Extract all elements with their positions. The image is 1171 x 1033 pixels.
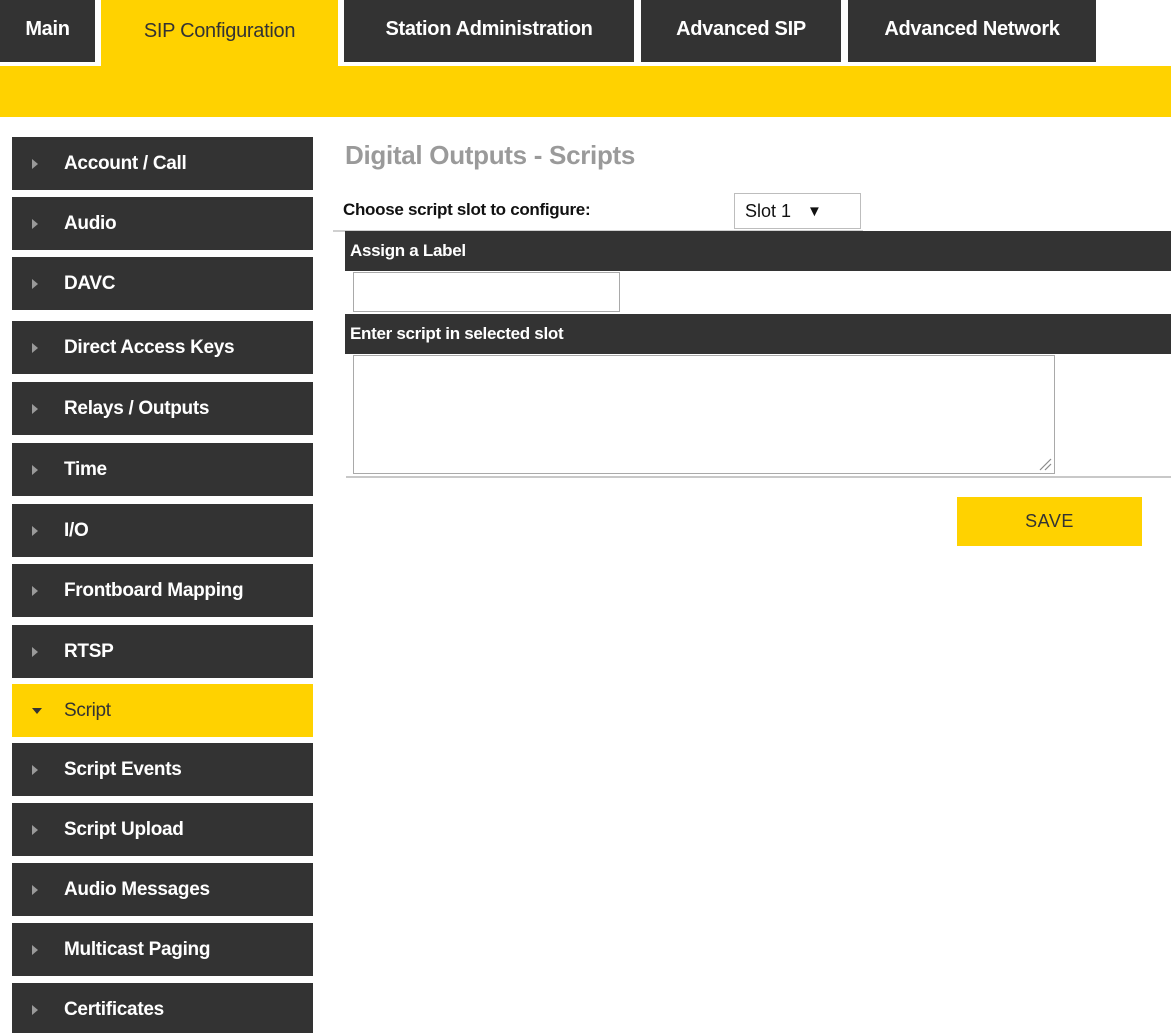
sidebar-item-label: Script Events [64, 758, 182, 780]
chevron-right-icon [32, 403, 38, 414]
sidebar-item-relays-outputs[interactable]: Relays / Outputs [12, 382, 313, 435]
sidebar-item-label: I/O [64, 519, 89, 541]
sidebar-item-audio-messages[interactable]: Audio Messages [12, 863, 313, 916]
sidebar-item-io[interactable]: I/O [12, 504, 313, 557]
sidebar-item-certificates[interactable]: Certificates [12, 983, 313, 1033]
tab-advanced-sip[interactable]: Advanced SIP [641, 0, 841, 62]
sidebar-item-label: Direct Access Keys [64, 336, 235, 358]
sidebar-item-script[interactable]: Script [12, 684, 313, 737]
sidebar-item-label: Frontboard Mapping [64, 579, 244, 601]
chevron-right-icon [32, 764, 38, 775]
slot-select-label: Choose script slot to configure: [343, 200, 591, 219]
chevron-down-icon [32, 707, 42, 714]
tab-main[interactable]: Main [0, 0, 95, 62]
sidebar-item-label: Audio [64, 212, 117, 234]
sidebar-item-label: Multicast Paging [64, 938, 211, 960]
chevron-right-icon [32, 342, 38, 353]
chevron-right-icon [32, 464, 38, 475]
page-title: Digital Outputs - Scripts [345, 140, 636, 170]
sidebar-item-label: Time [64, 458, 107, 480]
chevron-right-icon [32, 158, 38, 169]
sidebar-item-multicast-paging[interactable]: Multicast Paging [12, 923, 313, 976]
sidebar-item-time[interactable]: Time [12, 443, 313, 496]
chevron-right-icon [32, 525, 38, 536]
chevron-right-icon [32, 884, 38, 895]
assign-label-header: Assign a Label [345, 231, 1171, 271]
sidebar-item-rtsp[interactable]: RTSP [12, 625, 313, 678]
script-textarea[interactable] [353, 355, 1055, 474]
slot-select-value: Slot 1 [745, 200, 792, 221]
sidebar-item-davc[interactable]: DAVC [12, 257, 313, 310]
sidebar-item-script-events[interactable]: Script Events [12, 743, 313, 796]
tab-advanced-network[interactable]: Advanced Network [848, 0, 1096, 62]
tab-sip-configuration[interactable]: SIP Configuration [101, 0, 338, 66]
sidebar-item-label: Account / Call [64, 152, 187, 174]
chevron-right-icon [32, 218, 38, 229]
chevron-right-icon [32, 585, 38, 596]
sub-navigation-bar [0, 66, 1171, 117]
sidebar-item-label: RTSP [64, 640, 114, 662]
chevron-right-icon [32, 944, 38, 955]
chevron-right-icon [32, 1004, 38, 1015]
save-button[interactable]: SAVE [957, 497, 1142, 546]
sidebar-item-label: Audio Messages [64, 878, 210, 900]
sidebar-item-label: Relays / Outputs [64, 397, 210, 419]
chevron-right-icon [32, 824, 38, 835]
divider [346, 476, 1171, 478]
label-input[interactable] [353, 272, 620, 312]
slot-select[interactable]: Slot 1 ▼ [734, 193, 861, 229]
page: Main SIP Configuration Station Administr… [0, 0, 1171, 1033]
tab-station-administration[interactable]: Station Administration [344, 0, 634, 62]
sidebar-item-label: DAVC [64, 272, 116, 294]
sidebar-item-direct-access-keys[interactable]: Direct Access Keys [12, 321, 313, 374]
sidebar-item-label: Script [64, 699, 111, 721]
resize-grip-icon[interactable] [1036, 455, 1052, 471]
sidebar-item-script-upload[interactable]: Script Upload [12, 803, 313, 856]
chevron-down-icon: ▼ [807, 202, 822, 220]
sidebar-item-account-call[interactable]: Account / Call [12, 137, 313, 190]
sidebar-item-label: Certificates [64, 998, 164, 1020]
sidebar-item-audio[interactable]: Audio [12, 197, 313, 250]
script-header: Enter script in selected slot [345, 314, 1171, 354]
chevron-right-icon [32, 278, 38, 289]
sidebar-item-frontboard-mapping[interactable]: Frontboard Mapping [12, 564, 313, 617]
chevron-right-icon [32, 646, 38, 657]
sidebar-item-label: Script Upload [64, 818, 184, 840]
